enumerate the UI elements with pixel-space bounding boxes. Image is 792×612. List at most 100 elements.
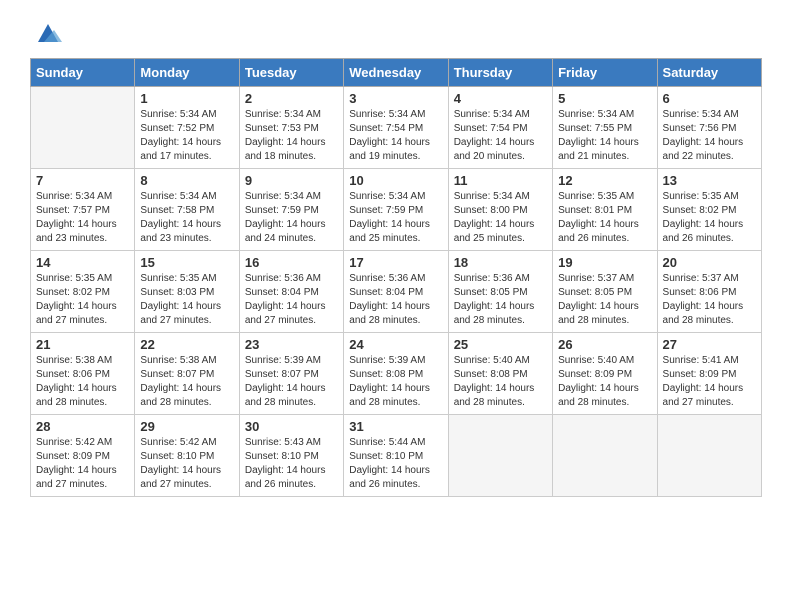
calendar-week-5: 28 Sunrise: 5:42 AMSunset: 8:09 PMDayligh… [31, 415, 762, 497]
day-number: 8 [140, 173, 233, 188]
calendar-cell: 4 Sunrise: 5:34 AMSunset: 7:54 PMDaylight… [448, 87, 552, 169]
calendar-cell: 19 Sunrise: 5:37 AMSunset: 8:05 PMDayligh… [553, 251, 657, 333]
calendar-cell: 24Sunrise: 5:39 AMSunset: 8:08 PMDayligh… [344, 333, 448, 415]
header-thursday: Thursday [448, 59, 552, 87]
calendar-week-4: 21 Sunrise: 5:38 AMSunset: 8:06 PMDayligh… [31, 333, 762, 415]
day-number: 19 [558, 255, 651, 270]
header-monday: Monday [135, 59, 239, 87]
calendar-cell: 8 Sunrise: 5:34 AMSunset: 7:58 PMDaylight… [135, 169, 239, 251]
calendar-week-3: 14Sunrise: 5:35 AMSunset: 8:02 PMDayligh… [31, 251, 762, 333]
day-number: 4 [454, 91, 547, 106]
day-number: 26 [558, 337, 651, 352]
day-info: Sunrise: 5:38 AMSunset: 8:06 PMDaylight:… [36, 354, 129, 410]
calendar-cell: 17 Sunrise: 5:36 AMSunset: 8:04 PMDayligh… [344, 251, 448, 333]
day-number: 21 [36, 337, 129, 352]
day-number: 13 [663, 173, 756, 188]
day-info: Sunrise: 5:40 AMSunset: 8:09 PMDaylight:… [558, 354, 651, 410]
calendar-cell [31, 87, 135, 169]
calendar-header-row: SundayMondayTuesdayWednesdayThursdayFrid… [31, 59, 762, 87]
day-number: 7 [36, 173, 129, 188]
day-number: 1 [140, 91, 233, 106]
calendar-cell: 2Sunrise: 5:34 AMSunset: 7:53 PMDaylight… [239, 87, 343, 169]
calendar-cell: 11 Sunrise: 5:34 AMSunset: 8:00 PMDayligh… [448, 169, 552, 251]
day-info: Sunrise: 5:41 AMSunset: 8:09 PMDaylight:… [663, 354, 756, 410]
day-info: Sunrise: 5:34 AMSunset: 7:54 PMDaylight:… [454, 108, 547, 164]
header-tuesday: Tuesday [239, 59, 343, 87]
calendar-cell: 1Sunrise: 5:34 AMSunset: 7:52 PMDaylight… [135, 87, 239, 169]
calendar-cell: 26 Sunrise: 5:40 AMSunset: 8:09 PMDayligh… [553, 333, 657, 415]
day-info: Sunrise: 5:38 AMSunset: 8:07 PMDaylight:… [140, 354, 233, 410]
day-info: Sunrise: 5:39 AMSunset: 8:07 PMDaylight:… [245, 354, 338, 410]
calendar-cell: 15Sunrise: 5:35 AMSunset: 8:03 PMDayligh… [135, 251, 239, 333]
day-number: 18 [454, 255, 547, 270]
day-info: Sunrise: 5:35 AMSunset: 8:02 PMDaylight:… [36, 272, 129, 328]
day-number: 15 [140, 255, 233, 270]
day-info: Sunrise: 5:36 AMSunset: 8:04 PMDaylight:… [245, 272, 338, 328]
calendar-cell: 29 Sunrise: 5:42 AMSunset: 8:10 PMDayligh… [135, 415, 239, 497]
day-info: Sunrise: 5:39 AMSunset: 8:08 PMDaylight:… [349, 354, 442, 410]
calendar-cell: 30 Sunrise: 5:43 AMSunset: 8:10 PMDayligh… [239, 415, 343, 497]
day-number: 27 [663, 337, 756, 352]
calendar-cell: 16 Sunrise: 5:36 AMSunset: 8:04 PMDayligh… [239, 251, 343, 333]
day-info: Sunrise: 5:34 AMSunset: 7:55 PMDaylight:… [558, 108, 651, 164]
header-friday: Friday [553, 59, 657, 87]
day-info: Sunrise: 5:42 AMSunset: 8:09 PMDaylight:… [36, 436, 129, 492]
day-number: 16 [245, 255, 338, 270]
calendar-cell: 23 Sunrise: 5:39 AMSunset: 8:07 PMDayligh… [239, 333, 343, 415]
day-info: Sunrise: 5:42 AMSunset: 8:10 PMDaylight:… [140, 436, 233, 492]
day-number: 9 [245, 173, 338, 188]
day-info: Sunrise: 5:40 AMSunset: 8:08 PMDaylight:… [454, 354, 547, 410]
calendar-cell [448, 415, 552, 497]
day-number: 29 [140, 419, 233, 434]
day-info: Sunrise: 5:34 AMSunset: 8:00 PMDaylight:… [454, 190, 547, 246]
day-info: Sunrise: 5:43 AMSunset: 8:10 PMDaylight:… [245, 436, 338, 492]
day-number: 31 [349, 419, 442, 434]
calendar: SundayMondayTuesdayWednesdayThursdayFrid… [30, 58, 762, 497]
calendar-week-1: 1Sunrise: 5:34 AMSunset: 7:52 PMDaylight… [31, 87, 762, 169]
day-number: 25 [454, 337, 547, 352]
logo-icon [34, 20, 62, 48]
day-number: 5 [558, 91, 651, 106]
day-number: 28 [36, 419, 129, 434]
header-sunday: Sunday [31, 59, 135, 87]
calendar-cell [553, 415, 657, 497]
day-number: 30 [245, 419, 338, 434]
logo [30, 20, 62, 48]
day-info: Sunrise: 5:36 AMSunset: 8:05 PMDaylight:… [454, 272, 547, 328]
day-number: 12 [558, 173, 651, 188]
calendar-cell: 14Sunrise: 5:35 AMSunset: 8:02 PMDayligh… [31, 251, 135, 333]
day-info: Sunrise: 5:36 AMSunset: 8:04 PMDaylight:… [349, 272, 442, 328]
day-info: Sunrise: 5:34 AMSunset: 7:59 PMDaylight:… [349, 190, 442, 246]
day-number: 11 [454, 173, 547, 188]
calendar-cell: 27 Sunrise: 5:41 AMSunset: 8:09 PMDayligh… [657, 333, 761, 415]
calendar-cell: 12 Sunrise: 5:35 AMSunset: 8:01 PMDayligh… [553, 169, 657, 251]
day-number: 22 [140, 337, 233, 352]
calendar-cell: 31Sunrise: 5:44 AMSunset: 8:10 PMDayligh… [344, 415, 448, 497]
day-info: Sunrise: 5:35 AMSunset: 8:01 PMDaylight:… [558, 190, 651, 246]
day-number: 23 [245, 337, 338, 352]
day-number: 2 [245, 91, 338, 106]
calendar-cell: 7 Sunrise: 5:34 AMSunset: 7:57 PMDaylight… [31, 169, 135, 251]
day-number: 17 [349, 255, 442, 270]
calendar-cell: 28 Sunrise: 5:42 AMSunset: 8:09 PMDayligh… [31, 415, 135, 497]
day-number: 6 [663, 91, 756, 106]
calendar-cell: 20Sunrise: 5:37 AMSunset: 8:06 PMDayligh… [657, 251, 761, 333]
calendar-cell: 9 Sunrise: 5:34 AMSunset: 7:59 PMDaylight… [239, 169, 343, 251]
calendar-cell: 18 Sunrise: 5:36 AMSunset: 8:05 PMDayligh… [448, 251, 552, 333]
calendar-cell: 10 Sunrise: 5:34 AMSunset: 7:59 PMDayligh… [344, 169, 448, 251]
day-info: Sunrise: 5:34 AMSunset: 7:59 PMDaylight:… [245, 190, 338, 246]
day-number: 10 [349, 173, 442, 188]
calendar-cell [657, 415, 761, 497]
day-info: Sunrise: 5:34 AMSunset: 7:58 PMDaylight:… [140, 190, 233, 246]
header-saturday: Saturday [657, 59, 761, 87]
day-info: Sunrise: 5:37 AMSunset: 8:05 PMDaylight:… [558, 272, 651, 328]
calendar-cell: 5 Sunrise: 5:34 AMSunset: 7:55 PMDaylight… [553, 87, 657, 169]
calendar-cell: 3Sunrise: 5:34 AMSunset: 7:54 PMDaylight… [344, 87, 448, 169]
calendar-week-2: 7 Sunrise: 5:34 AMSunset: 7:57 PMDaylight… [31, 169, 762, 251]
calendar-cell: 6Sunrise: 5:34 AMSunset: 7:56 PMDaylight… [657, 87, 761, 169]
day-info: Sunrise: 5:34 AMSunset: 7:57 PMDaylight:… [36, 190, 129, 246]
calendar-cell: 13Sunrise: 5:35 AMSunset: 8:02 PMDayligh… [657, 169, 761, 251]
calendar-cell: 21 Sunrise: 5:38 AMSunset: 8:06 PMDayligh… [31, 333, 135, 415]
day-info: Sunrise: 5:34 AMSunset: 7:54 PMDaylight:… [349, 108, 442, 164]
day-number: 20 [663, 255, 756, 270]
